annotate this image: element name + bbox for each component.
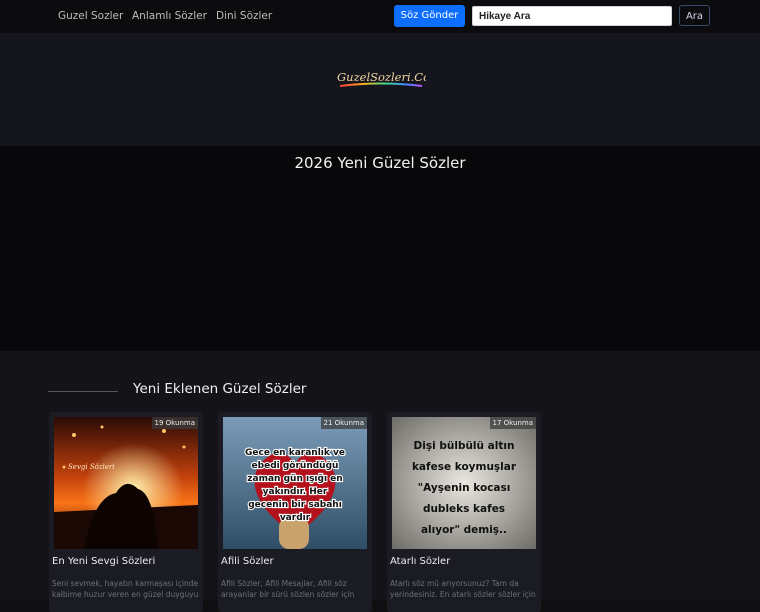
svg-text:GuzelSozleri.Com: GuzelSozleri.Com <box>337 70 426 84</box>
read-count-badge: 19 Okunma <box>151 417 198 429</box>
submit-quote-button[interactable]: Söz Gönder <box>394 5 465 27</box>
post-card-sevgi-sozleri[interactable]: Sevgi Sözleri 19 Okunma En Yeni Sevgi Sö… <box>49 412 203 612</box>
card-description: Atarlı söz mü arıyorsunuz? Tam da yerind… <box>390 579 536 599</box>
svg-text:gecenin bir sabahı: gecenin bir sabahı <box>248 500 342 510</box>
card-description: Seni sevmek, hayatın karmaşası içinde ka… <box>52 579 199 599</box>
card-thumbnail-heart: Gece en karanlık ve ebedi göründüğü zama… <box>223 417 367 549</box>
svg-text:Gece en karanlık ve: Gece en karanlık ve <box>245 448 345 458</box>
svg-text:Sevgi Sözleri: Sevgi Sözleri <box>68 463 115 471</box>
svg-text:vardır: vardır <box>280 513 311 523</box>
card-title[interactable]: En Yeni Sevgi Sözleri <box>52 556 155 567</box>
nav-link-guzel-sozler[interactable]: Guzel Sozler <box>58 10 123 22</box>
card-title[interactable]: Afili Sözler <box>221 556 274 567</box>
featured-section <box>0 146 760 351</box>
svg-text:alıyor" demiş..: alıyor" demiş.. <box>421 524 507 536</box>
svg-text:Dişi bülbülü altın: Dişi bülbülü altın <box>414 440 515 452</box>
search-button[interactable]: Ara <box>679 5 710 26</box>
search-input[interactable] <box>472 6 672 26</box>
heading-divider <box>48 391 118 392</box>
card-title[interactable]: Atarlı Sözler <box>390 556 450 567</box>
read-count-badge: 17 Okunma <box>489 417 536 429</box>
post-card-afili-sozler[interactable]: Gece en karanlık ve ebedi göründüğü zama… <box>218 412 372 612</box>
site-logo[interactable]: GuzelSozleri.Com <box>334 62 426 92</box>
svg-text:zaman gün ışığı en: zaman gün ışığı en <box>247 474 342 484</box>
card-thumbnail-sunset: Sevgi Sözleri <box>54 417 198 549</box>
nav-link-anlamli-sozler[interactable]: Anlamlı Sözler <box>132 10 207 22</box>
svg-text:kafese koymuşlar: kafese koymuşlar <box>412 461 517 473</box>
page-title: 2026 Yeni Güzel Sözler <box>294 154 466 172</box>
read-count-badge: 21 Okunma <box>320 417 367 429</box>
post-card-atarli-sozler[interactable]: Dişi bülbülü altın kafese koymuşlar "Ayş… <box>387 412 541 612</box>
card-thumbnail-text: Dişi bülbülü altın kafese koymuşlar "Ayş… <box>392 417 536 549</box>
card-description: Afili Sözler, Afili Mesajlar, Afili söz … <box>221 579 355 599</box>
section-heading: Yeni Eklenen Güzel Sözler <box>133 381 307 397</box>
svg-text:dubleks kafes: dubleks kafes <box>423 503 505 515</box>
nav-link-dini-sozler[interactable]: Dini Sözler <box>216 10 272 22</box>
svg-text:"Ayşenin kocası: "Ayşenin kocası <box>418 482 511 494</box>
svg-text:yakındır. Her: yakındır. Her <box>263 487 328 497</box>
svg-text:ebedi göründüğü: ebedi göründüğü <box>252 461 339 471</box>
